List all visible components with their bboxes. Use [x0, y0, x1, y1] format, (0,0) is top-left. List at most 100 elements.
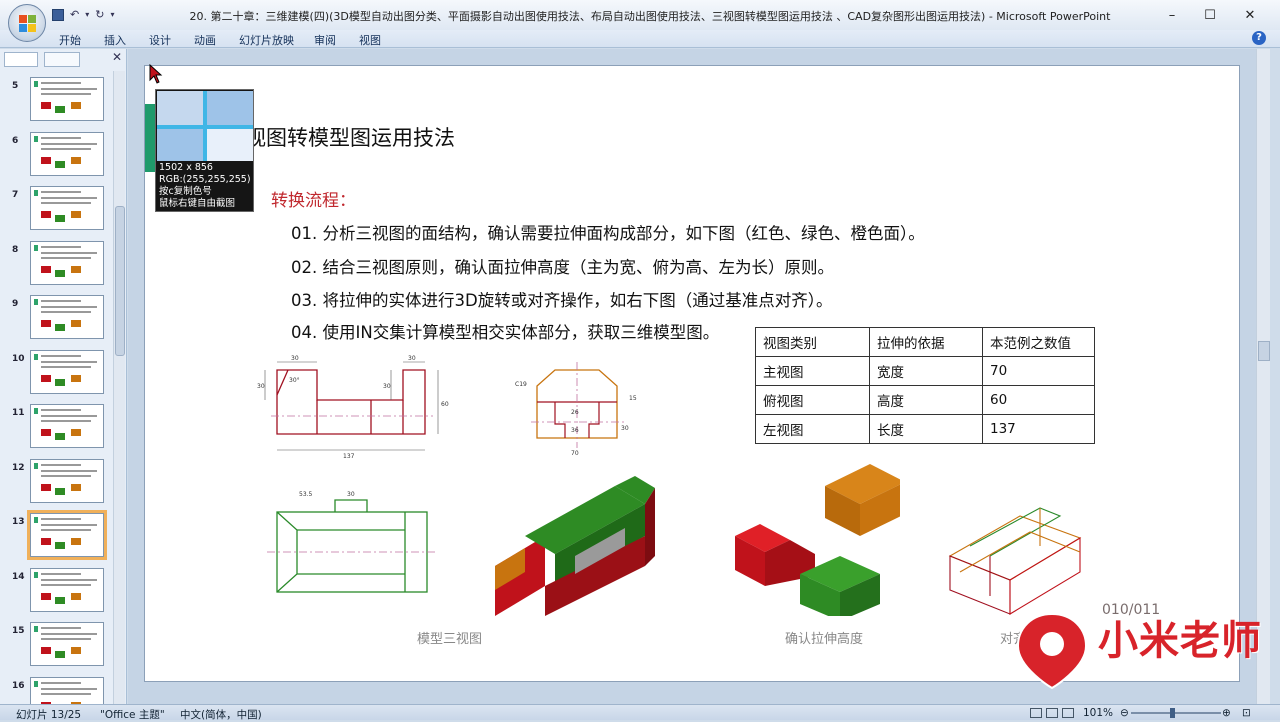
slide-thumbnail-item[interactable]: 15: [0, 622, 112, 670]
mouse-cursor-icon: [149, 64, 163, 84]
combined-3d-model[interactable]: [485, 476, 675, 616]
table-cell: 长度: [869, 414, 983, 444]
slide-thumbnail[interactable]: [30, 567, 104, 612]
top-view-drawing[interactable]: 53.5 30: [263, 486, 443, 596]
slide-thumbnail[interactable]: [30, 186, 104, 230]
table-header-row: 视图类别 拉伸的依据 本范例之数值: [755, 327, 1095, 357]
aligned-wireframe[interactable]: [940, 486, 1090, 616]
thumbnail-number: 10: [12, 353, 25, 364]
slide-thumbnail[interactable]: [30, 622, 104, 666]
table-row: 俯视图 高度 60: [755, 385, 1095, 415]
slide-thumbnail[interactable]: [30, 295, 104, 339]
slide-thumbnail-item[interactable]: 10: [0, 349, 112, 398]
table-header-cell: 视图类别: [755, 327, 870, 357]
office-logo-icon: [19, 15, 37, 33]
fit-window-icon[interactable]: ⊡: [1242, 707, 1251, 719]
slide-thumbnail[interactable]: [30, 349, 104, 394]
thumbnail-scrollbar[interactable]: [113, 71, 125, 704]
minimize-button[interactable]: –: [1162, 8, 1182, 23]
dim-label: 30: [383, 383, 391, 390]
slide-thumbnail[interactable]: [27, 510, 107, 560]
thumbnail-number: 14: [12, 571, 25, 582]
table-cell: 137: [982, 414, 1095, 444]
dim-label: 30: [408, 355, 416, 362]
status-bar: 幻灯片 13/25 "Office 主题" 中文(简体，中国) 101% ⊖ ⊕…: [0, 704, 1280, 721]
step-1[interactable]: 01. 分析三视图的面结构，确认需要拉伸面构成部分，如下图（红色、绿色、橙色面）…: [291, 220, 925, 244]
slide-thumbnail-item[interactable]: 8: [0, 240, 112, 289]
exploded-solids[interactable]: [730, 446, 900, 616]
zoom-out-icon[interactable]: ⊖: [1120, 707, 1129, 719]
thumbnail-number: 6: [12, 135, 19, 146]
slide-thumbnail[interactable]: [30, 404, 104, 448]
zoom-level[interactable]: 101%: [1083, 707, 1113, 719]
outline-tab[interactable]: [44, 52, 80, 67]
table-cell: 60: [982, 385, 1095, 415]
thumbnail-number: 8: [12, 244, 19, 255]
slide-thumbnail-item[interactable]: 6: [0, 131, 112, 180]
front-view-drawing[interactable]: 30 30 30 30° 30 60 137: [253, 350, 453, 460]
sorter-view-icon[interactable]: [1046, 708, 1058, 718]
tab-review[interactable]: 审阅: [314, 32, 336, 48]
thumbnail-list: 5 6 7 8 9 10 11 12 13 14 15 16: [0, 71, 112, 704]
tab-slideshow[interactable]: 幻灯片放映: [239, 32, 294, 48]
slides-tab[interactable]: [4, 52, 38, 67]
slide-thumbnail-item[interactable]: 14: [0, 567, 112, 616]
process-heading[interactable]: 转换流程：: [271, 186, 356, 211]
slide-thumbnail-item[interactable]: 16: [0, 676, 112, 704]
close-pane-icon[interactable]: ✕: [112, 50, 122, 64]
tab-animation[interactable]: 动画: [194, 32, 216, 48]
slide-thumbnail-item[interactable]: 7: [0, 186, 112, 234]
side-view-drawing[interactable]: C19 26 36 15 30 70: [511, 358, 651, 458]
zoom-slider[interactable]: [1131, 712, 1221, 714]
table-row: 主视图 宽度 70: [755, 356, 1095, 386]
tab-insert[interactable]: 插入: [104, 32, 126, 48]
slides-pane: ✕ 5 6 7 8 9 10 11 12 13 14 15 16: [0, 49, 127, 704]
redo-icon[interactable]: ↻: [95, 8, 104, 21]
slide-title[interactable]: 视图转模型图运用技法: [245, 122, 455, 152]
ribbon-tabs: 开始 插入 设计 动画 幻灯片放映 审阅 视图: [0, 30, 1280, 48]
extrude-table[interactable]: 视图类别 拉伸的依据 本范例之数值 主视图 宽度 70 俯视图 高度 60 左视…: [755, 327, 1095, 444]
slide-thumbnail-item[interactable]: 9: [0, 295, 112, 343]
save-icon[interactable]: [52, 8, 64, 21]
normal-view-icon[interactable]: [1030, 708, 1042, 718]
dim-label: 53.5: [299, 491, 313, 498]
zoom-in-icon[interactable]: ⊕: [1222, 707, 1231, 719]
help-icon[interactable]: ?: [1252, 31, 1266, 45]
slide-thumbnail[interactable]: [30, 240, 104, 285]
slide-thumbnail[interactable]: [30, 676, 104, 704]
undo-dropdown-icon[interactable]: ▾: [85, 10, 89, 19]
slide-canvas[interactable]: 视图转模型图运用技法 转换流程： 01. 分析三视图的面结构，确认需要拉伸面构成…: [144, 65, 1240, 682]
table-row: 左视图 长度 137: [755, 414, 1095, 444]
maximize-button[interactable]: ☐: [1200, 8, 1220, 23]
step-2[interactable]: 02. 结合三视图原则，确认面拉伸高度（主为宽、俯为高、左为长）原则。: [291, 254, 834, 278]
slide-thumbnail-item[interactable]: 13: [0, 510, 112, 561]
close-button[interactable]: ✕: [1240, 8, 1260, 23]
zoom-slider-knob[interactable]: [1170, 708, 1175, 718]
dim-label: 36: [571, 427, 579, 434]
tab-design[interactable]: 设计: [149, 32, 171, 48]
slide-thumbnail-item[interactable]: 11: [0, 404, 112, 452]
office-button[interactable]: [8, 4, 46, 42]
tab-home[interactable]: 开始: [59, 32, 81, 48]
step-3[interactable]: 03. 将拉伸的实体进行3D旋转或对齐操作，如右下图（通过基准点对齐）。: [291, 287, 832, 311]
slide-thumbnail-item[interactable]: 5: [0, 77, 112, 125]
dim-label: 60: [441, 401, 449, 408]
dim-label: 26: [571, 409, 579, 416]
step-4[interactable]: 04. 使用IN交集计算模型相交实体部分，获取三维模型图。: [291, 319, 719, 343]
customize-toolbar-icon[interactable]: ▾: [110, 10, 114, 19]
slideshow-view-icon[interactable]: [1062, 708, 1074, 718]
slide-thumbnail[interactable]: [30, 77, 104, 121]
dim-label: 15: [629, 395, 637, 402]
slide-thumbnail[interactable]: [30, 458, 104, 503]
brand-text: 小米老师: [1098, 618, 1262, 664]
tab-view[interactable]: 视图: [359, 32, 381, 48]
thumbnail-number: 16: [12, 680, 25, 691]
table-cell: 俯视图: [755, 385, 870, 415]
caption-three-views: 模型三视图: [417, 632, 483, 647]
tooltip-rgb: RGB:(255,255,255): [159, 174, 251, 185]
thumbnail-number: 15: [12, 626, 25, 636]
slide-thumbnail[interactable]: [30, 131, 104, 176]
undo-icon[interactable]: ↶: [70, 8, 79, 21]
dim-label: 30°: [289, 377, 300, 384]
slide-thumbnail-item[interactable]: 12: [0, 458, 112, 507]
